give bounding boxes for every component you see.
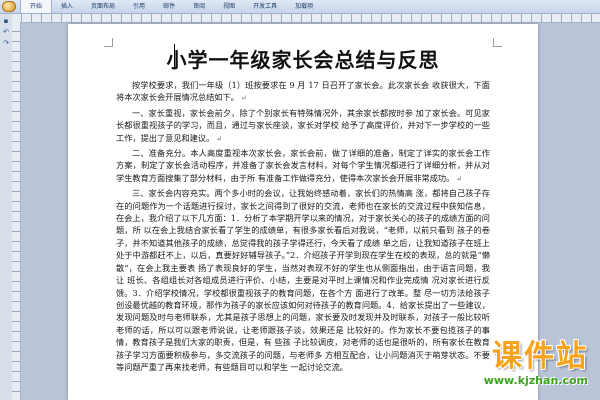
paragraph-2: 二、准备充分。本人高度重视本次家长会，家长会前，做了详细的准备，制定了详实的家长…	[116, 148, 490, 183]
tab-view[interactable]: 视图	[214, 0, 244, 13]
redo-icon[interactable]: ↷	[2, 39, 10, 47]
document-title[interactable]: 小学一年级家长会总结与反思	[68, 44, 538, 73]
horizontal-ruler[interactable]	[12, 14, 600, 23]
tab-mailings[interactable]: 邮件	[154, 0, 184, 13]
site-watermark-logo: 课件站 www.kjzhan.com	[458, 340, 588, 392]
watermark-title: 课件站	[492, 339, 588, 374]
paragraph-3: 三、家长会内容充实。两个多小时的会议，让我始终感动着，家长们的热情高 涨，都将自…	[116, 188, 490, 372]
tab-page-layout[interactable]: 页面布局	[82, 0, 124, 13]
ribbon-tab-bar: 开始 插入 页面布局 引用 邮件 审阅 视图 开发工具 加载项	[0, 0, 600, 14]
save-icon[interactable]: ▪	[2, 17, 10, 25]
tab-insert[interactable]: 插入	[52, 0, 82, 13]
vertical-ruler[interactable]	[12, 22, 21, 400]
office-button[interactable]	[2, 1, 16, 12]
tab-add-ins[interactable]: 加载项	[286, 0, 322, 13]
tab-references[interactable]: 引用	[124, 0, 154, 13]
tab-review[interactable]: 审阅	[184, 0, 214, 13]
undo-icon[interactable]: ↶	[2, 28, 10, 36]
tab-developer[interactable]: 开发工具	[244, 0, 286, 13]
document-body[interactable]: 按学校要求，我们一年级（1）班按要求在 9 月 17 日召开了家长会。此次家长会…	[116, 79, 490, 375]
tab-home[interactable]: 开始	[20, 0, 53, 13]
watermark-url: www.kjzhan.com	[483, 374, 588, 387]
paragraph-1: 一、家长重视，家长会前夕，除了个别家长有特殊情况外，其余家长都按时参 加了家长会…	[116, 107, 490, 143]
paragraph-intro: 按学校要求，我们一年级（1）班按要求在 9 月 17 日召开了家长会。此次家长会…	[116, 80, 490, 103]
